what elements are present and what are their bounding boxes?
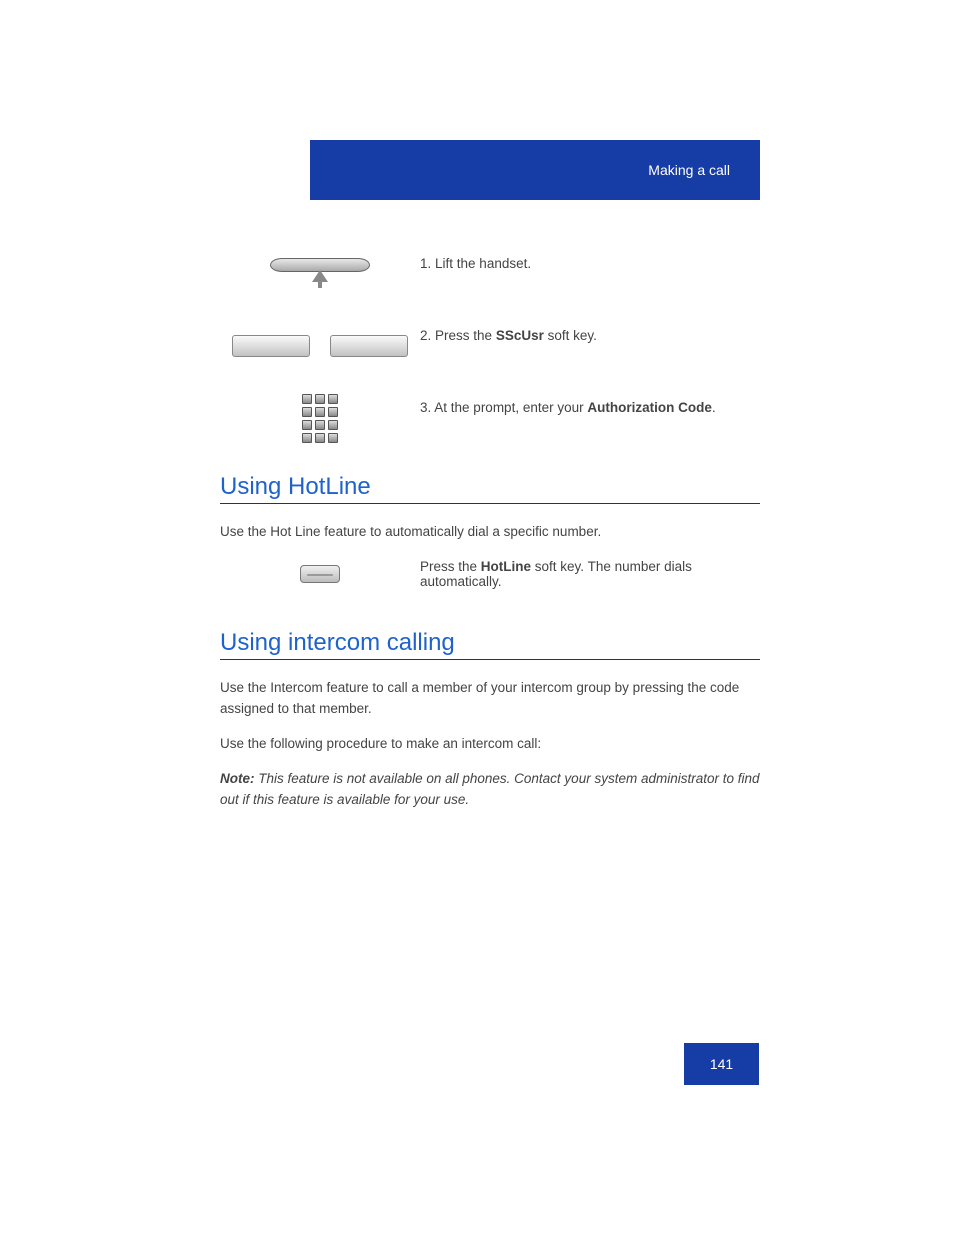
intercom-p2: Use the following procedure to make an i…	[220, 734, 760, 755]
keypad-icon	[220, 394, 420, 443]
breadcrumb: Making a call	[648, 162, 730, 178]
step-1-text: 1. Lift the handset.	[420, 250, 760, 274]
handset-lift-icon	[220, 250, 420, 298]
line-key-icon	[300, 565, 340, 583]
step-3-text: 3. At the prompt, enter your Authorizati…	[420, 394, 760, 418]
hotline-body: Use the Hot Line feature to automaticall…	[220, 522, 760, 543]
step-3: 3. At the prompt, enter your Authorizati…	[220, 394, 760, 443]
softkey-button-icon	[232, 335, 310, 357]
intercom-p1: Use the Intercom feature to call a membe…	[220, 678, 760, 720]
hotline-action-text: Press the HotLine soft key. The number d…	[420, 559, 760, 589]
intercom-note: Note: This feature is not available on a…	[220, 769, 760, 811]
section-title-hotline: Using HotLine	[220, 473, 760, 504]
page-number: 141	[684, 1043, 759, 1085]
step-2: 2. Press the SScUsr soft key.	[220, 322, 760, 370]
section-title-intercom: Using intercom calling	[220, 629, 760, 660]
step-1: 1. Lift the handset.	[220, 250, 760, 298]
hotline-action-row: Press the HotLine soft key. The number d…	[220, 559, 760, 589]
softkey-button-icon	[330, 335, 408, 357]
softkeys-icon	[220, 322, 420, 370]
step-2-text: 2. Press the SScUsr soft key.	[420, 322, 760, 346]
page-header-band: Making a call	[310, 140, 760, 200]
